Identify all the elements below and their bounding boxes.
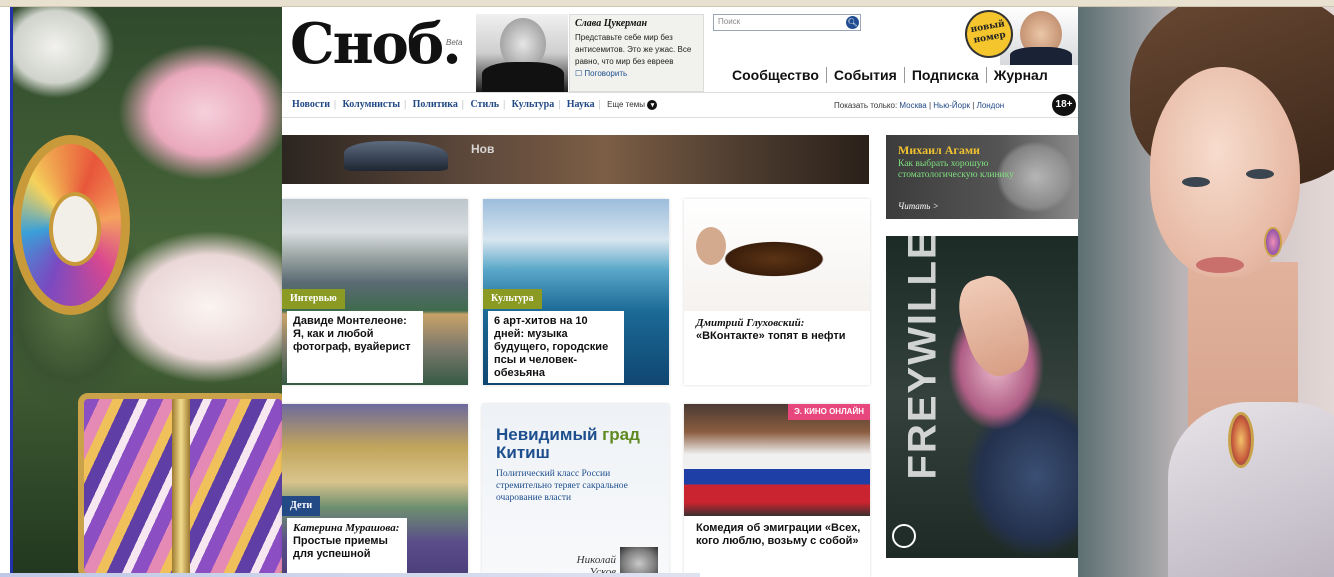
city-filter: Показать только: Москва | Нью-Йорк | Лон… [834, 101, 1005, 110]
column-teaser[interactable]: Слава Цукерман Представьте себе мир без … [569, 14, 704, 92]
kino-online-badge[interactable]: Э. КИНО ОНЛАЙН [788, 404, 870, 420]
feature-title[interactable]: Невидимый град Китиш [496, 426, 656, 462]
car-image [344, 141, 448, 171]
columnist-photo[interactable] [476, 14, 568, 92]
nav-magazine[interactable]: Журнал [985, 67, 1055, 83]
article-author[interactable]: Катерина Мурашова: [293, 522, 401, 535]
car-ad-banner[interactable]: Нов [282, 135, 869, 184]
article-author[interactable]: Дмитрий Глуховский: [696, 317, 866, 329]
column-author[interactable]: Слава Цукерман [575, 18, 698, 29]
search-icon[interactable]: 🔍︎ [846, 16, 859, 29]
banner-text: Нов [471, 142, 495, 156]
page-bottom-edge [0, 573, 700, 577]
article-card[interactable]: Культура 6 арт-хитов на 10 дней: музыка … [483, 199, 669, 385]
article-card[interactable]: Дети Катерина Мурашова: Простые приемы д… [282, 404, 468, 577]
feature-lead: Политический класс России стремительно т… [496, 469, 628, 503]
beta-label: Beta [446, 38, 463, 47]
freywille-ad[interactable]: FREYWILLE [886, 236, 1078, 558]
article-card[interactable]: Э. КИНО ОНЛАЙН Комедия об эмиграции «Все… [684, 404, 870, 577]
section-style[interactable]: Стиль [470, 99, 499, 110]
enamel-ring-image [12, 135, 130, 315]
ad-read-link[interactable]: Читать > [898, 201, 939, 211]
city-moscow[interactable]: Москва [899, 101, 926, 110]
pendant-image [1228, 412, 1254, 468]
freywille-logo: FREYWILLE [900, 236, 945, 480]
browser-top-strip [0, 0, 1334, 7]
article-title[interactable]: 6 арт-хитов на 10 дней: музыка будущего,… [488, 311, 624, 383]
nav-events[interactable]: События [825, 67, 904, 83]
article-image[interactable] [684, 199, 870, 311]
section-news[interactable]: Новости [292, 99, 330, 110]
ad-text[interactable]: Как выбрать хорошую стоматологическую кл… [898, 159, 1018, 181]
show-only-label: Показать только: [834, 101, 898, 110]
chevron-down-icon[interactable]: ▾ [647, 99, 658, 110]
article-title[interactable]: Давиде Монтелеоне: Я, как и любой фотогр… [287, 311, 423, 383]
article-title[interactable]: Комедия об эмиграции «Всех, кого люблю, … [696, 522, 864, 548]
category-tag[interactable]: Интервью [282, 289, 345, 309]
search-input[interactable]: Поиск [713, 14, 861, 31]
city-newyork[interactable]: Нью-Йорк [933, 101, 970, 110]
city-london[interactable]: Лондон [977, 101, 1005, 110]
article-title[interactable]: Простые приемы для успешной [293, 535, 401, 561]
section-nav: Новости | Колумнисты | Политика | Стиль | Ку… [282, 92, 1078, 118]
article-card[interactable]: Интервью Давиде Монтелеоне: Я, как и люб… [282, 199, 468, 385]
enamel-bangle-image [78, 393, 282, 577]
age-rating-badge: 18+ [1052, 94, 1076, 116]
author-face [696, 227, 726, 265]
model-eye [1246, 169, 1274, 179]
model-eye [1182, 177, 1210, 187]
column-quote: Представьте себе мир без антисемитов. Эт… [575, 33, 692, 66]
article-image[interactable] [684, 404, 870, 516]
nav-subscription[interactable]: Подписка [903, 67, 986, 83]
category-tag[interactable]: Дети [282, 496, 321, 516]
left-edge-bar [10, 7, 13, 577]
background-ad-right[interactable] [1078, 7, 1334, 577]
page: Сноб. Beta Слава Цукерман Представьте се… [0, 0, 1334, 577]
model-lips [1196, 257, 1244, 273]
section-culture[interactable]: Культура [512, 99, 555, 110]
section-columnists[interactable]: Колумнисты [343, 99, 401, 110]
section-science[interactable]: Наука [567, 99, 595, 110]
brand-mark-icon [892, 524, 916, 548]
column-talk-link[interactable]: ☐ Поговорить [575, 69, 698, 78]
site-logo[interactable]: Сноб. [290, 14, 462, 74]
more-topics-link[interactable]: Еще темы [607, 100, 645, 109]
section-politics[interactable]: Политика [413, 99, 458, 110]
article-card[interactable]: Дмитрий Глуховский: «ВКонтакте» топят в … [684, 199, 870, 385]
main-nav: Сообщество События Подписка Журнал [732, 67, 1055, 83]
background-ad-left[interactable] [10, 7, 282, 577]
hand-image [950, 269, 1038, 383]
agami-ad[interactable]: Михаил Агами Как выбрать хорошую стомато… [886, 135, 1079, 219]
article-title-box[interactable]: Катерина Мурашова: Простые приемы для ус… [287, 518, 407, 577]
ad-author[interactable]: Михаил Агами [898, 143, 980, 158]
article-title[interactable]: «ВКонтакте» топят в нефти [696, 330, 866, 342]
earring-image [1264, 227, 1282, 257]
nav-community[interactable]: Сообщество [732, 67, 826, 83]
category-tag[interactable]: Культура [483, 289, 542, 309]
column-feature[interactable]: Невидимый град Китиш Политический класс … [482, 404, 669, 577]
